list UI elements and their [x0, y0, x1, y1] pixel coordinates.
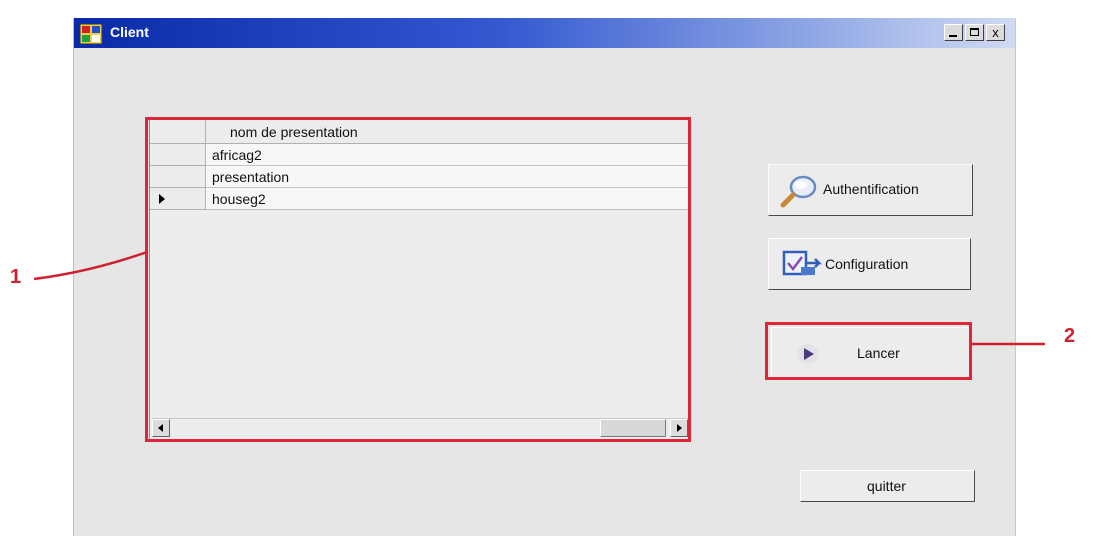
annotation-box-grid	[145, 117, 691, 442]
minimize-icon	[949, 35, 957, 37]
magnifier-icon	[780, 175, 817, 208]
authentification-label: Authentification	[823, 181, 919, 197]
maximize-button[interactable]	[965, 24, 984, 41]
annotation-label-2: 2	[1064, 325, 1076, 347]
close-button[interactable]: x	[986, 24, 1005, 41]
app-window-icon	[80, 24, 102, 44]
annotation-label-1: 1	[10, 266, 22, 288]
window-controls: x	[944, 24, 1005, 41]
configuration-label: Configuration	[825, 256, 909, 272]
maximize-icon	[970, 28, 979, 36]
quitter-button[interactable]: quitter	[800, 470, 975, 502]
minimize-button[interactable]	[944, 24, 963, 41]
title-bar[interactable]: Client x	[74, 18, 1015, 48]
close-icon: x	[992, 25, 999, 40]
annotation-box-lancer	[765, 322, 972, 380]
authentification-button[interactable]: Authentification	[768, 164, 973, 216]
quitter-label: quitter	[867, 478, 906, 494]
config-check-icon	[782, 250, 823, 276]
configuration-button[interactable]: Configuration	[768, 238, 971, 290]
window-title: Client	[110, 24, 149, 40]
